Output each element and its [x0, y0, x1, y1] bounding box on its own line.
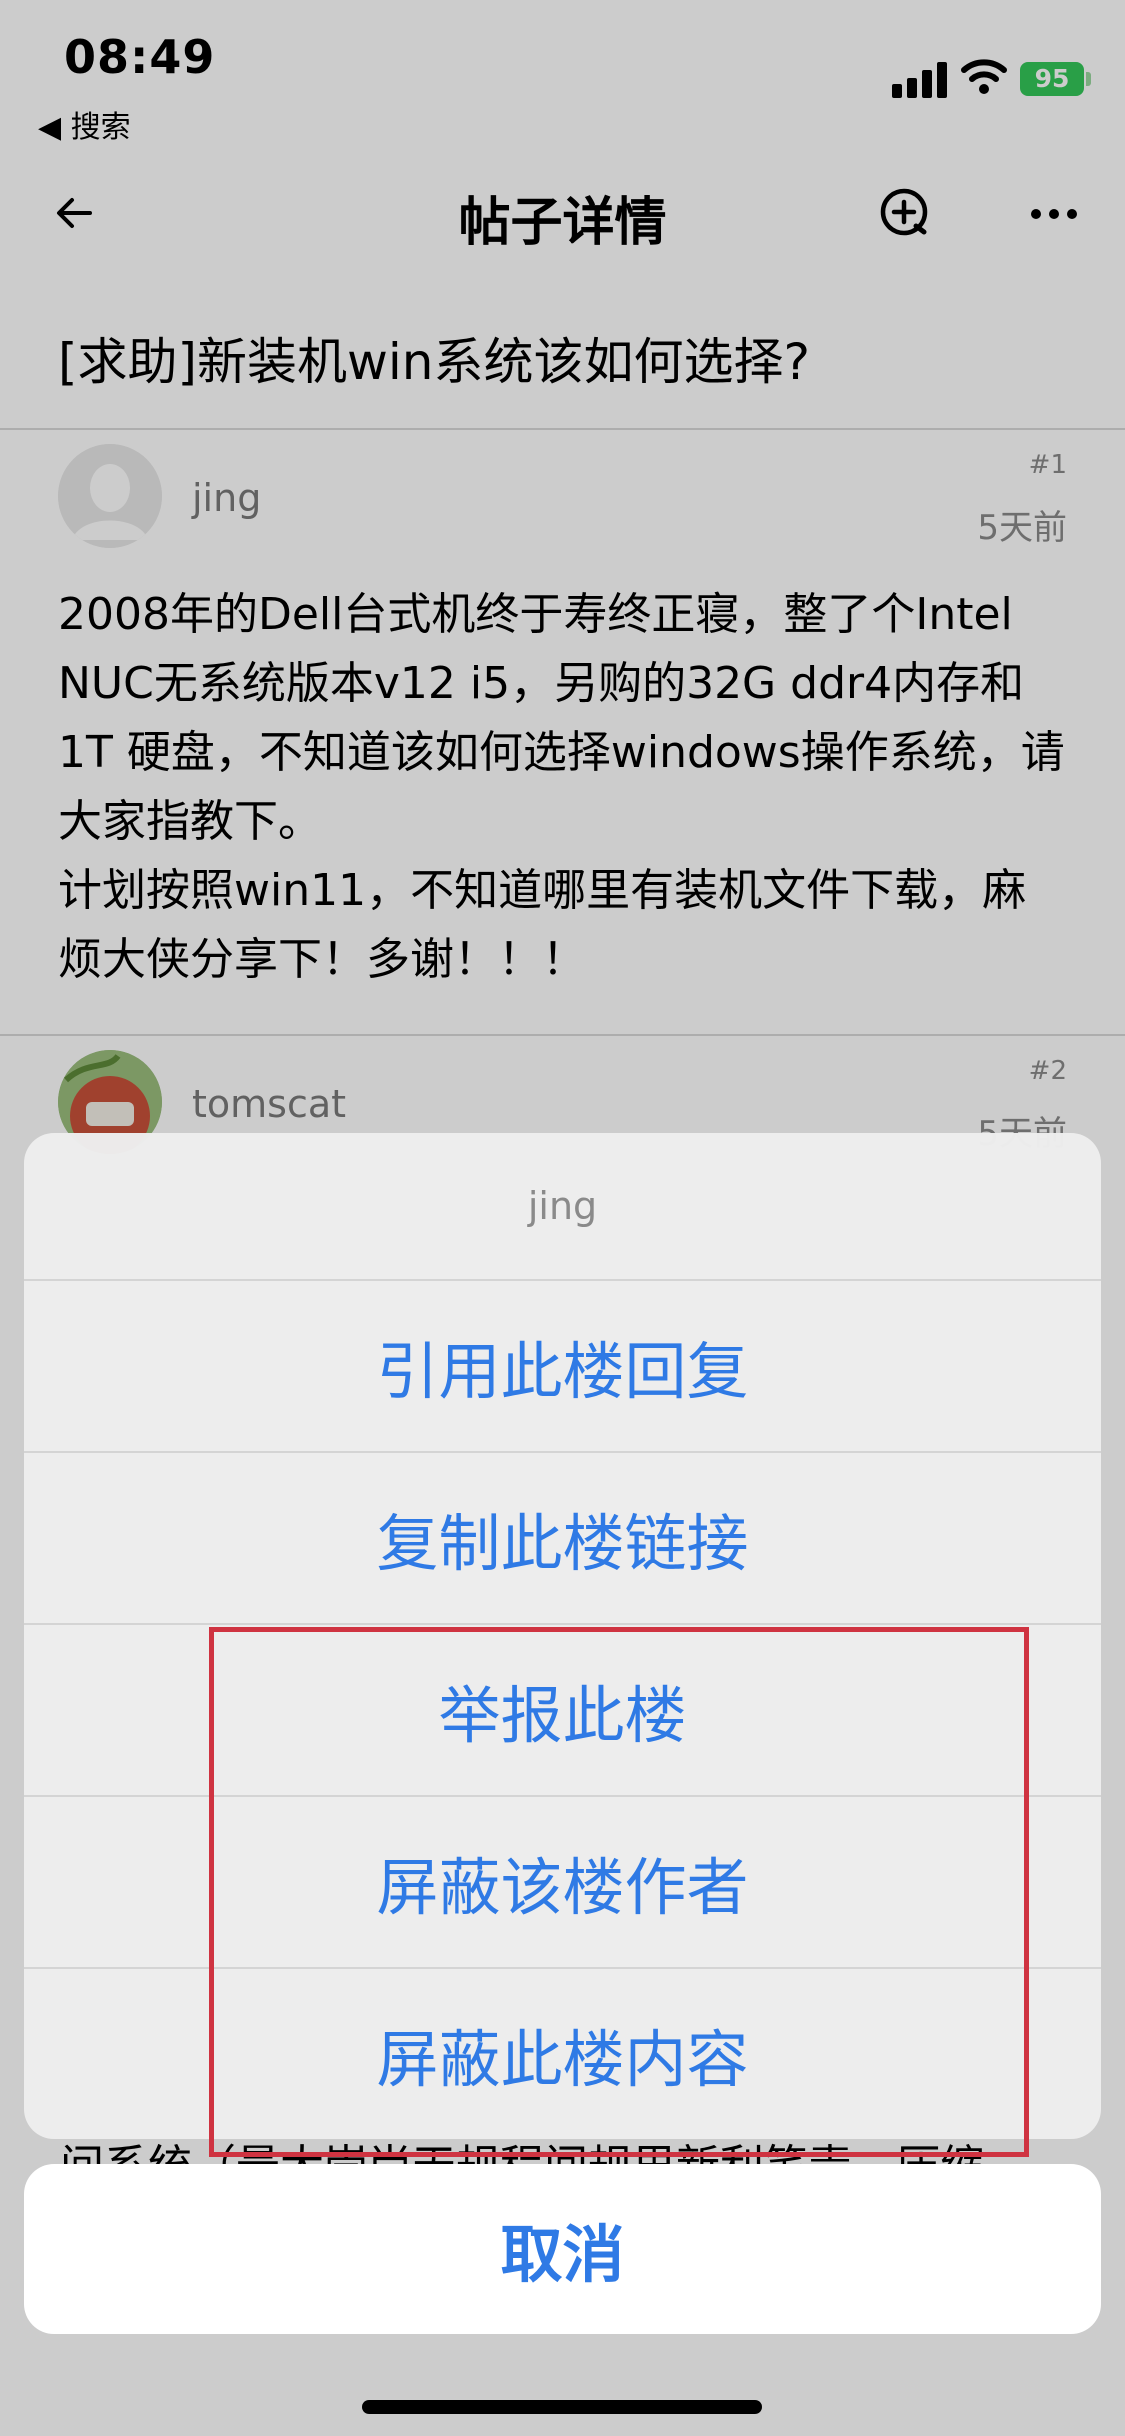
copy-link-button[interactable]: 复制此楼链接: [24, 1451, 1101, 1623]
cancel-button[interactable]: 取消: [24, 2164, 1101, 2334]
highlight-annotation: [209, 1627, 1029, 2157]
quote-reply-button[interactable]: 引用此楼回复: [24, 1279, 1101, 1451]
home-indicator[interactable]: [362, 2400, 762, 2414]
action-sheet-title: jing: [527, 1184, 598, 1228]
